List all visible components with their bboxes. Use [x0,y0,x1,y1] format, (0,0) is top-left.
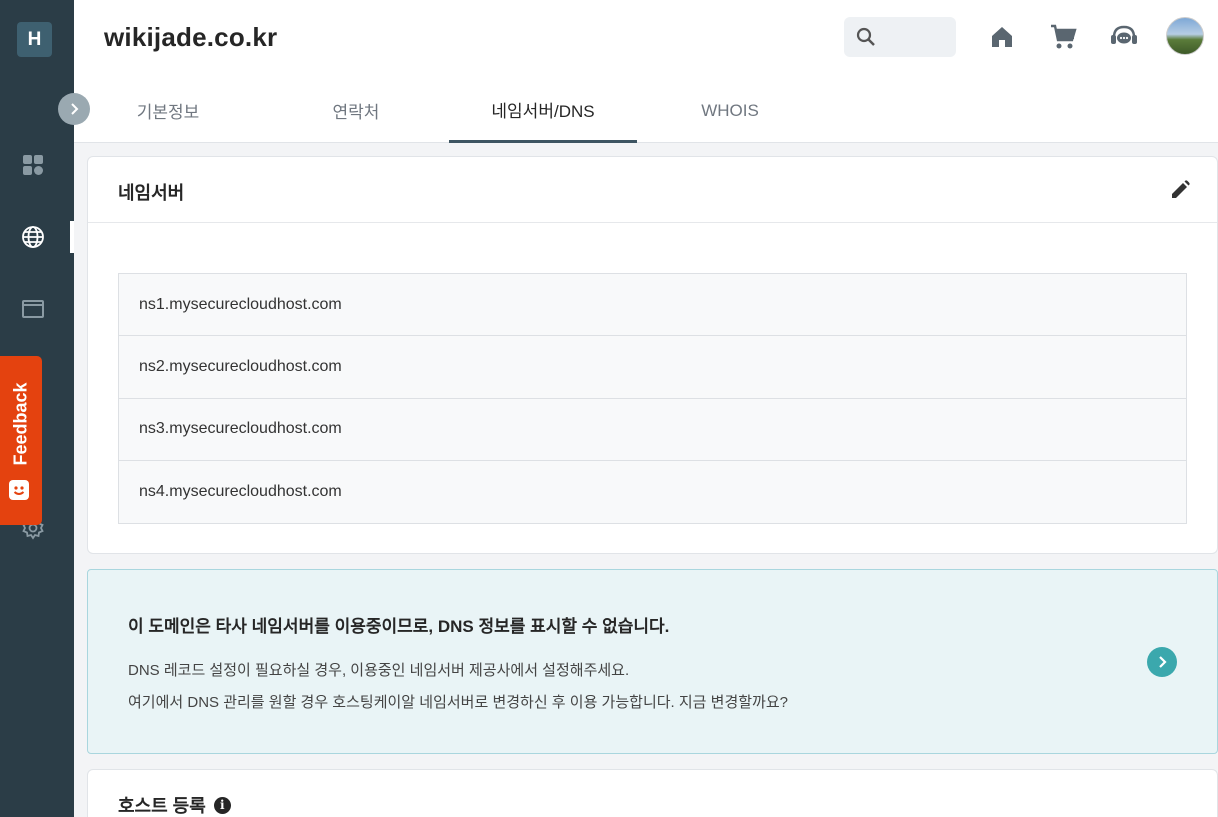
notice-line-1: DNS 레코드 설정이 필요하실 경우, 이용중인 네임서버 제공사에서 설정해… [128,662,630,679]
dns-notice: 이 도메인은 타사 네임서버를 이용중이므로, DNS 정보를 표시할 수 없습… [87,569,1218,754]
list-item: ns2.mysecurecloudhost.com [119,336,1186,399]
list-item: ns1.mysecurecloudhost.com [119,274,1186,337]
tab-contact[interactable]: 연락처 [262,78,450,143]
notice-line-2: 여기에서 DNS 관리를 원할 경우 호스팅케이알 네임서버로 변경하신 후 이… [128,694,788,711]
feedback-button[interactable]: Feedback [0,356,42,525]
chevron-right-icon [1159,656,1167,668]
tab-whois[interactable]: WHOIS [636,78,824,143]
list-item: ns4.mysecurecloudhost.com [139,482,342,500]
feedback-smile-icon [9,480,29,500]
tab-basic-info[interactable]: 기본정보 [74,78,262,143]
info-icon[interactable]: i [213,796,231,814]
home-icon[interactable] [987,22,1017,52]
list-item: ns3.mysecurecloudhost.com [119,399,1186,461]
nameserver-card-header: 네임서버 [88,157,1217,223]
avatar[interactable] [1166,17,1204,55]
page-title: wikijade.co.kr [104,22,278,52]
chevron-right-icon [71,103,79,115]
nameserver-card: 네임서버 ns1.mysecurecloudhost.com ns2.mysec… [87,156,1218,554]
dashboard-icon[interactable] [20,152,46,178]
top-header: wikijade.co.kr [74,0,1218,78]
search-input[interactable] [844,17,956,57]
tab-bar: 기본정보 연락처 네임서버/DNS WHOIS [74,78,1218,143]
notice-title: 이 도메인은 타사 네임서버를 이용중이므로, DNS 정보를 표시할 수 없습… [128,617,670,636]
logo[interactable]: H [17,22,52,57]
search-icon [856,27,875,46]
window-icon[interactable] [20,296,46,322]
feedback-label: Feedback [10,382,31,466]
sidebar-expand-button[interactable] [58,93,90,125]
nameserver-list: ns1.mysecurecloudhost.com ns2.mysecurecl… [118,273,1187,524]
host-registration-card: 호스트 등록 i [87,769,1218,817]
host-registration-title: 호스트 등록 i [118,792,231,817]
pencil-icon[interactable] [1169,179,1191,201]
active-nav-marker [70,221,74,253]
nameserver-title: 네임서버 [118,183,185,203]
tab-nameserver-dns[interactable]: 네임서버/DNS [449,78,637,143]
host-title-text: 호스트 등록 [118,796,206,816]
cart-icon[interactable] [1048,22,1078,52]
change-nameserver-button[interactable] [1147,647,1177,677]
globe-icon[interactable] [20,224,46,250]
support-icon[interactable] [1109,22,1139,52]
